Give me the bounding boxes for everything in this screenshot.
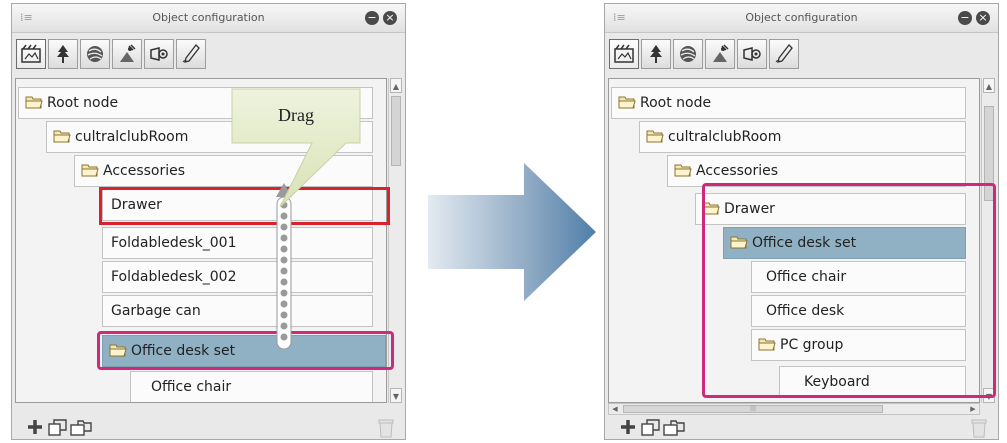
camera-icon[interactable] bbox=[16, 39, 46, 69]
sphere-icon[interactable] bbox=[80, 39, 110, 69]
tree-node-foldabledesk-001[interactable]: Foldabledesk_001 bbox=[102, 227, 373, 259]
drag-callout: Drag bbox=[228, 87, 393, 208]
tree-node-root[interactable]: Root node bbox=[611, 87, 966, 119]
minimize-icon[interactable]: − bbox=[365, 11, 379, 25]
minimize-icon[interactable]: − bbox=[958, 11, 972, 25]
panel-titlebar[interactable]: ⁞≡ Object configuration − × bbox=[605, 4, 998, 33]
folder-icon bbox=[53, 130, 71, 142]
scroll-right-icon[interactable]: ▶ bbox=[967, 404, 979, 414]
folder-group-icon[interactable] bbox=[663, 418, 685, 436]
object-configuration-panel-after: ⁞≡ Object configuration − × Root node cu… bbox=[604, 3, 999, 440]
tree-icon[interactable] bbox=[641, 39, 671, 69]
object-configuration-panel-before: ⁞≡ Object configuration − × Root node cu… bbox=[11, 3, 406, 440]
new-folder-icon[interactable] bbox=[48, 418, 68, 436]
dragged-item-highlight bbox=[97, 331, 394, 370]
folder-icon bbox=[25, 96, 43, 108]
scroll-left-icon[interactable]: ◀ bbox=[609, 404, 621, 414]
panel-toolbar bbox=[605, 33, 998, 75]
horizontal-scroll-thumb[interactable]: ||| bbox=[623, 405, 883, 413]
close-icon[interactable]: × bbox=[976, 11, 990, 25]
close-icon[interactable]: × bbox=[383, 11, 397, 25]
tree-node-foldabledesk-002[interactable]: Foldabledesk_002 bbox=[102, 261, 373, 293]
add-icon[interactable] bbox=[26, 418, 44, 436]
pen-icon[interactable] bbox=[769, 39, 799, 69]
tree-node-office-chair[interactable]: Office chair bbox=[130, 371, 373, 402]
add-icon[interactable] bbox=[619, 418, 637, 436]
panel-bottom-bar bbox=[12, 416, 405, 440]
panel-toolbar bbox=[12, 33, 405, 75]
panel-bottom-bar bbox=[605, 416, 998, 440]
trash-icon[interactable] bbox=[971, 418, 987, 438]
grip-icon[interactable]: ⁞≡ bbox=[613, 4, 626, 32]
grip-icon[interactable]: ⁞≡ bbox=[20, 4, 33, 32]
sphere-icon[interactable] bbox=[673, 39, 703, 69]
folder-icon bbox=[646, 130, 664, 142]
moved-group-highlight bbox=[702, 183, 996, 398]
scroll-down-icon[interactable]: ▼ bbox=[390, 388, 402, 403]
light-icon[interactable] bbox=[112, 39, 142, 69]
light-icon[interactable] bbox=[705, 39, 735, 69]
folder-icon bbox=[674, 164, 692, 176]
folder-icon bbox=[618, 96, 636, 108]
camera-icon[interactable] bbox=[609, 39, 639, 69]
transition-arrow-icon bbox=[428, 163, 596, 301]
new-folder-icon[interactable] bbox=[641, 418, 661, 436]
tree-node-garbage-can[interactable]: Garbage can bbox=[102, 295, 373, 327]
pen-icon[interactable] bbox=[176, 39, 206, 69]
trash-icon[interactable] bbox=[378, 418, 394, 438]
folder-group-icon[interactable] bbox=[70, 418, 92, 436]
tree-node-room[interactable]: cultralclubRoom bbox=[639, 121, 966, 153]
callout-label: Drag bbox=[278, 105, 314, 125]
horizontal-scrollbar[interactable]: ◀ ||| ▶ bbox=[608, 403, 980, 415]
panel-title: Object configuration bbox=[152, 11, 265, 24]
panel-title: Object configuration bbox=[745, 11, 858, 24]
tree-icon[interactable] bbox=[48, 39, 78, 69]
camera-angle-icon[interactable] bbox=[737, 39, 767, 69]
panel-titlebar[interactable]: ⁞≡ Object configuration − × bbox=[12, 4, 405, 33]
camera-angle-icon[interactable] bbox=[144, 39, 174, 69]
folder-icon bbox=[81, 164, 99, 176]
scroll-up-icon[interactable]: ▲ bbox=[983, 78, 995, 93]
